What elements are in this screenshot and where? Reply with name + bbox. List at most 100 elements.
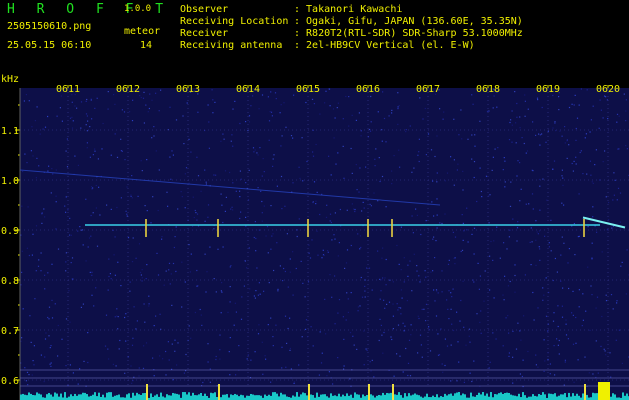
noise-dot bbox=[462, 222, 464, 224]
noise-dot bbox=[72, 278, 74, 280]
noise-dot bbox=[290, 368, 292, 370]
noise-dot bbox=[474, 134, 476, 136]
noise-dot bbox=[579, 151, 581, 154]
noise-dot bbox=[273, 154, 275, 156]
noise-dot bbox=[364, 296, 366, 298]
noise-dot bbox=[329, 105, 331, 107]
level-spike bbox=[218, 384, 220, 400]
noise-dot bbox=[418, 317, 420, 320]
noise-dot bbox=[610, 376, 612, 378]
noise-dot bbox=[623, 93, 625, 95]
noise-dot bbox=[91, 188, 93, 190]
noise-dot bbox=[144, 321, 146, 323]
noise-dot bbox=[140, 96, 142, 99]
noise-dot bbox=[354, 210, 356, 213]
noise-dot bbox=[168, 359, 170, 361]
noise-dot bbox=[420, 344, 422, 346]
noise-dot bbox=[393, 375, 395, 377]
noise-dot bbox=[337, 357, 339, 359]
noise-dot bbox=[552, 168, 554, 170]
noise-dot bbox=[120, 285, 122, 287]
level-bar bbox=[114, 395, 116, 400]
noise-dot bbox=[173, 246, 175, 249]
level-spike bbox=[308, 384, 310, 400]
observer-label: Observer bbox=[180, 4, 229, 15]
noise-dot bbox=[255, 290, 257, 292]
noise-dot bbox=[433, 289, 435, 291]
noise-dot bbox=[537, 366, 539, 368]
noise-dot bbox=[196, 269, 198, 272]
noise-dot bbox=[261, 94, 264, 96]
noise-dot bbox=[126, 213, 128, 215]
noise-dot bbox=[488, 110, 490, 112]
noise-dot bbox=[272, 165, 274, 167]
noise-dot bbox=[261, 175, 263, 177]
noise-dot bbox=[612, 225, 615, 227]
noise-dot bbox=[435, 315, 438, 317]
noise-dot bbox=[466, 229, 468, 231]
noise-dot bbox=[489, 255, 491, 257]
noise-dot bbox=[535, 239, 537, 241]
noise-dot bbox=[405, 347, 407, 350]
noise-dot bbox=[167, 341, 169, 343]
level-bar bbox=[156, 394, 158, 400]
noise-dot bbox=[519, 200, 521, 202]
noise-dot bbox=[70, 234, 72, 236]
level-bar bbox=[396, 394, 398, 400]
noise-dot bbox=[71, 116, 73, 118]
noise-dot bbox=[347, 311, 349, 313]
noise-dot bbox=[424, 270, 426, 272]
noise-dot bbox=[57, 355, 59, 357]
noise-dot bbox=[527, 108, 529, 110]
noise-dot bbox=[220, 312, 222, 314]
noise-dot bbox=[225, 196, 227, 198]
noise-dot bbox=[27, 206, 29, 208]
level-bar bbox=[552, 394, 554, 400]
noise-dot bbox=[51, 263, 53, 265]
noise-dot bbox=[354, 208, 356, 211]
noise-dot bbox=[192, 196, 194, 198]
noise-dot bbox=[558, 96, 560, 98]
noise-dot bbox=[129, 290, 131, 292]
noise-dot bbox=[379, 180, 381, 183]
noise-dot bbox=[578, 104, 580, 106]
level-bar bbox=[350, 394, 352, 400]
noise-dot bbox=[108, 358, 110, 360]
noise-dot bbox=[41, 212, 43, 214]
noise-dot bbox=[212, 112, 214, 114]
noise-dot bbox=[214, 101, 216, 103]
noise-dot bbox=[600, 345, 602, 347]
level-bar bbox=[64, 392, 66, 400]
noise-dot bbox=[509, 205, 512, 207]
noise-dot bbox=[345, 319, 347, 321]
noise-dot bbox=[259, 293, 261, 295]
noise-dot bbox=[215, 174, 217, 176]
noise-dot bbox=[575, 316, 577, 319]
noise-dot bbox=[471, 233, 473, 235]
noise-dot bbox=[24, 153, 26, 155]
noise-dot bbox=[215, 358, 217, 361]
noise-dot bbox=[616, 300, 618, 302]
level-bar bbox=[72, 396, 74, 400]
noise-dot bbox=[270, 248, 272, 250]
noise-dot bbox=[406, 300, 408, 302]
x-tick-label: 0618 bbox=[476, 84, 500, 95]
level-bar bbox=[524, 395, 526, 400]
noise-dot bbox=[434, 155, 436, 158]
noise-dot bbox=[89, 156, 91, 158]
noise-dot bbox=[94, 148, 96, 150]
noise-dot bbox=[204, 169, 206, 171]
level-bar bbox=[452, 395, 454, 400]
noise-dot bbox=[605, 196, 607, 198]
noise-dot bbox=[564, 142, 566, 144]
noise-dot bbox=[272, 158, 274, 160]
noise-dot bbox=[167, 205, 169, 207]
noise-dot bbox=[280, 104, 282, 106]
noise-dot bbox=[22, 170, 24, 173]
noise-dot bbox=[564, 361, 566, 363]
noise-dot bbox=[277, 290, 279, 292]
noise-dot bbox=[538, 178, 541, 181]
noise-dot bbox=[596, 296, 599, 298]
level-bar bbox=[170, 395, 172, 400]
noise-dot bbox=[80, 127, 82, 129]
